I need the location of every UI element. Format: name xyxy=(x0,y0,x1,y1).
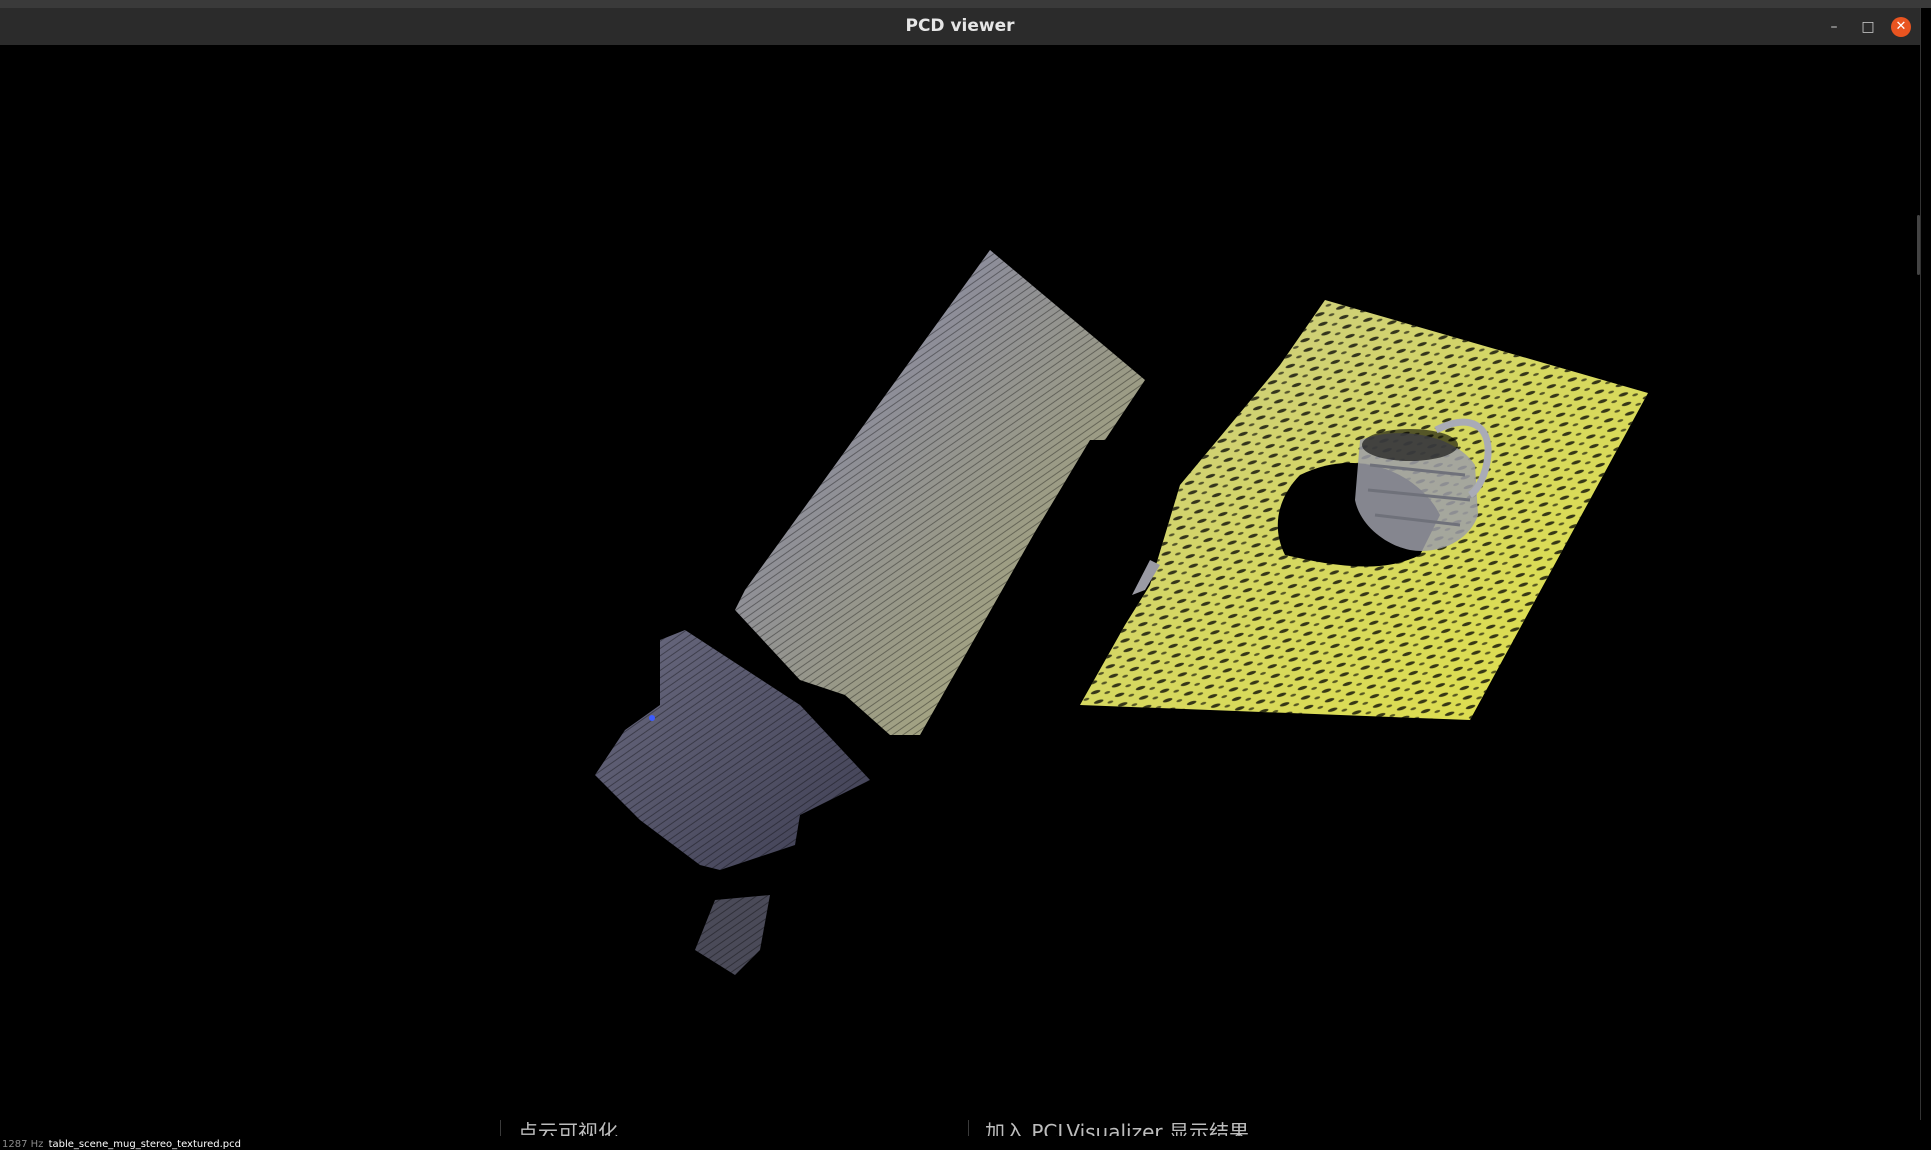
right-gutter xyxy=(1920,8,1931,1136)
window-title: PCD viewer xyxy=(905,16,1015,36)
pcd-filename: table_scene_mug_stereo_textured.pcd xyxy=(48,1139,241,1150)
pcd-viewer-window: PCD viewer – □ ✕ 1287 Hz table_scene_mug… xyxy=(0,8,1920,1150)
divider xyxy=(968,1120,969,1136)
close-button[interactable]: ✕ xyxy=(1891,17,1911,37)
background-window-strip: 点云可视化 加入 PCLVisualizer 显示结果 xyxy=(0,1120,1931,1136)
wall-plane-cloud xyxy=(735,250,1145,735)
background-left-text: 点云可视化 xyxy=(518,1120,618,1136)
background-right-text: 加入 PCLVisualizer 显示结果 xyxy=(985,1120,1249,1136)
window-titlebar[interactable]: PCD viewer – □ ✕ xyxy=(0,8,1920,46)
maximize-button[interactable]: □ xyxy=(1858,17,1878,37)
point-cloud-render xyxy=(595,250,1648,975)
divider xyxy=(500,1120,501,1136)
minimize-button[interactable]: – xyxy=(1824,17,1844,37)
point-cloud-viewport[interactable]: 1287 Hz table_scene_mug_stereo_textured.… xyxy=(0,45,1920,1150)
viewer-status-overlay: 1287 Hz table_scene_mug_stereo_textured.… xyxy=(2,1139,241,1150)
fps-readout: 1287 Hz xyxy=(2,1139,44,1150)
